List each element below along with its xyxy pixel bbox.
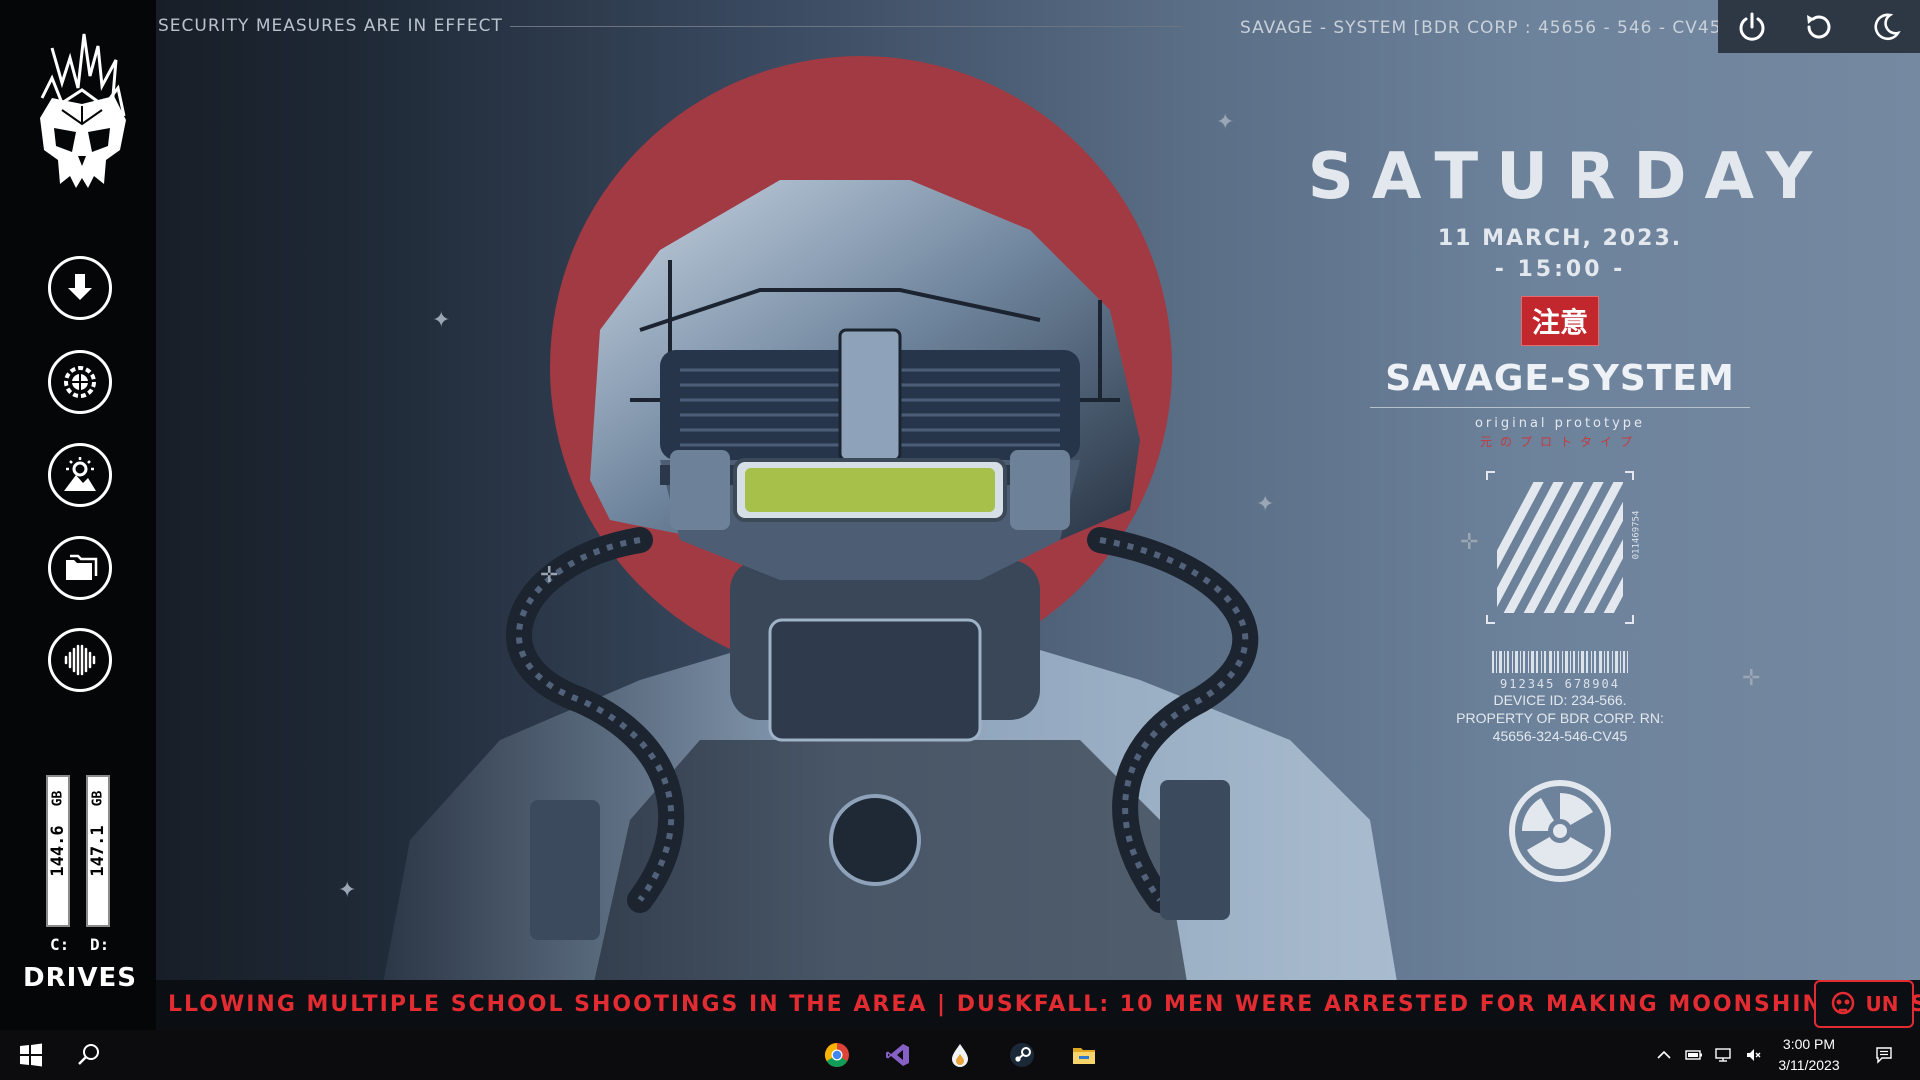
taskbar-app-steam[interactable] (997, 1030, 1047, 1080)
drive-d-unit: GB (90, 790, 106, 807)
picture-icon (64, 457, 96, 491)
info-panel: SATURDAY 11 MARCH, 2023. - 15:00 - 注意 SA… (1270, 140, 1850, 887)
subtitle-english: original prototype (1474, 416, 1646, 431)
ticker-button-label: UN (1865, 992, 1899, 1016)
drive-c-bar[interactable]: GB 144.6 (46, 775, 70, 927)
battery-icon (1685, 1050, 1702, 1060)
steam-icon (1010, 1043, 1034, 1067)
barcode-icon (1492, 651, 1628, 673)
taskbar-app-file-explorer[interactable] (1059, 1030, 1109, 1080)
drives-widget: GB 144.6 GB 147.1 C: D: DRIVES (20, 775, 140, 995)
search-icon (78, 1044, 99, 1065)
radiation-icon (1509, 780, 1611, 882)
network-button[interactable] (1710, 1030, 1738, 1080)
sleep-button[interactable] (1866, 7, 1906, 47)
drive-c-unit: GB (50, 790, 66, 807)
hazard-code: 011469754 (1631, 510, 1642, 560)
show-hidden-icons-button[interactable] (1650, 1030, 1678, 1080)
settings-button[interactable] (48, 350, 112, 414)
action-center-button[interactable] (1866, 1030, 1902, 1080)
sparkle-star: ✦ (432, 308, 451, 333)
audio-wave-icon (64, 644, 96, 676)
power-icon (1739, 12, 1765, 41)
day-of-week: SATURDAY (1307, 140, 1831, 214)
network-icon (1715, 1048, 1731, 1062)
taskbar-app-chrome[interactable] (812, 1030, 862, 1080)
restart-button[interactable] (1799, 7, 1839, 47)
drives-title: DRIVES (23, 963, 137, 993)
battery-button[interactable] (1680, 1030, 1708, 1080)
news-ticker: LLOWING MULTIPLE SCHOOL SHOOTINGS IN THE… (156, 980, 1920, 1030)
skull-icon (1831, 991, 1854, 1015)
security-divider (510, 26, 1182, 27)
search-button[interactable] (64, 1030, 114, 1080)
hazard-stripes-icon (1486, 471, 1634, 624)
windows-logo-icon (20, 1043, 42, 1067)
sparkle-star: ✛ (540, 563, 559, 588)
download-button[interactable] (48, 256, 112, 320)
chevron-up-icon (1657, 1050, 1671, 1059)
time-text: - 15:00 - (1494, 257, 1626, 282)
sparkle-star: ✦ (338, 878, 357, 903)
audio-button[interactable] (48, 628, 112, 692)
chrome-icon (824, 1043, 849, 1068)
subtitle-japanese: 元のプロトタイプ (1479, 435, 1640, 449)
file-explorer-icon (1073, 1048, 1095, 1064)
settings-gear-icon (64, 366, 96, 398)
sparkle-star: ✦ (1216, 110, 1235, 135)
date-text: 11 MARCH, 2023. (1437, 226, 1683, 251)
hazard-stripe-box: 011469754 (1485, 470, 1642, 625)
files-button[interactable] (48, 536, 112, 600)
property-line: PROPERTY OF BDR CORP. RN: (1456, 710, 1664, 726)
pictures-button[interactable] (48, 443, 112, 507)
clock-time: 3:00 PM (1782, 1036, 1836, 1052)
visual-studio-icon (886, 1044, 909, 1066)
serial-line: 45656-324-546-CV45 (1492, 728, 1628, 744)
barcode-number: 912345 678904 (1500, 677, 1620, 691)
water-drop-icon (952, 1044, 968, 1067)
ticker-region-button[interactable]: UN (1814, 980, 1914, 1028)
drive-d-letter: D: (90, 935, 110, 954)
download-icon (68, 274, 92, 300)
folder-icon (66, 554, 98, 580)
volume-muted-icon (1747, 1049, 1761, 1061)
drive-c-letter: C: (50, 935, 70, 954)
device-id-line: DEVICE ID: 234-566. (1493, 692, 1627, 708)
warning-badge: 注意 (1520, 296, 1599, 346)
notification-icon (1876, 1047, 1892, 1064)
shutdown-button[interactable] (1732, 7, 1772, 47)
power-panel (1718, 0, 1920, 53)
taskbar-clock[interactable]: 3:00 PM 3/11/2023 (1762, 1034, 1856, 1076)
system-id-text: SAVAGE - SYSTEM [BDR CORP : 45656 - 546 … (1240, 18, 1736, 38)
sidebar: GB 144.6 GB 147.1 C: D: DRIVES (0, 0, 156, 1030)
taskbar-app-visual-studio[interactable] (873, 1030, 923, 1080)
brand-divider (1370, 407, 1750, 408)
restart-icon (1806, 14, 1831, 38)
drive-c-value: 144.6 (48, 825, 68, 877)
brand-title: SAVAGE-SYSTEM (1385, 358, 1735, 399)
skull-flame-logo (40, 33, 126, 188)
security-status-text: SECURITY MEASURES ARE IN EFFECT (158, 16, 503, 36)
barcode-block: 912345 678904 DEVICE ID: 234-566. PROPER… (1270, 651, 1850, 745)
drive-d-value: 147.1 (88, 825, 108, 877)
clock-date: 3/11/2023 (1778, 1057, 1840, 1073)
sleep-icon (1874, 12, 1902, 40)
ticker-text: LLOWING MULTIPLE SCHOOL SHOOTINGS IN THE… (168, 992, 1920, 1017)
drive-d-bar[interactable]: GB 147.1 (86, 775, 110, 927)
start-button[interactable] (6, 1030, 56, 1080)
taskbar-app-drop[interactable] (935, 1030, 985, 1080)
windows-taskbar: 3:00 PM 3/11/2023 (0, 1030, 1920, 1080)
